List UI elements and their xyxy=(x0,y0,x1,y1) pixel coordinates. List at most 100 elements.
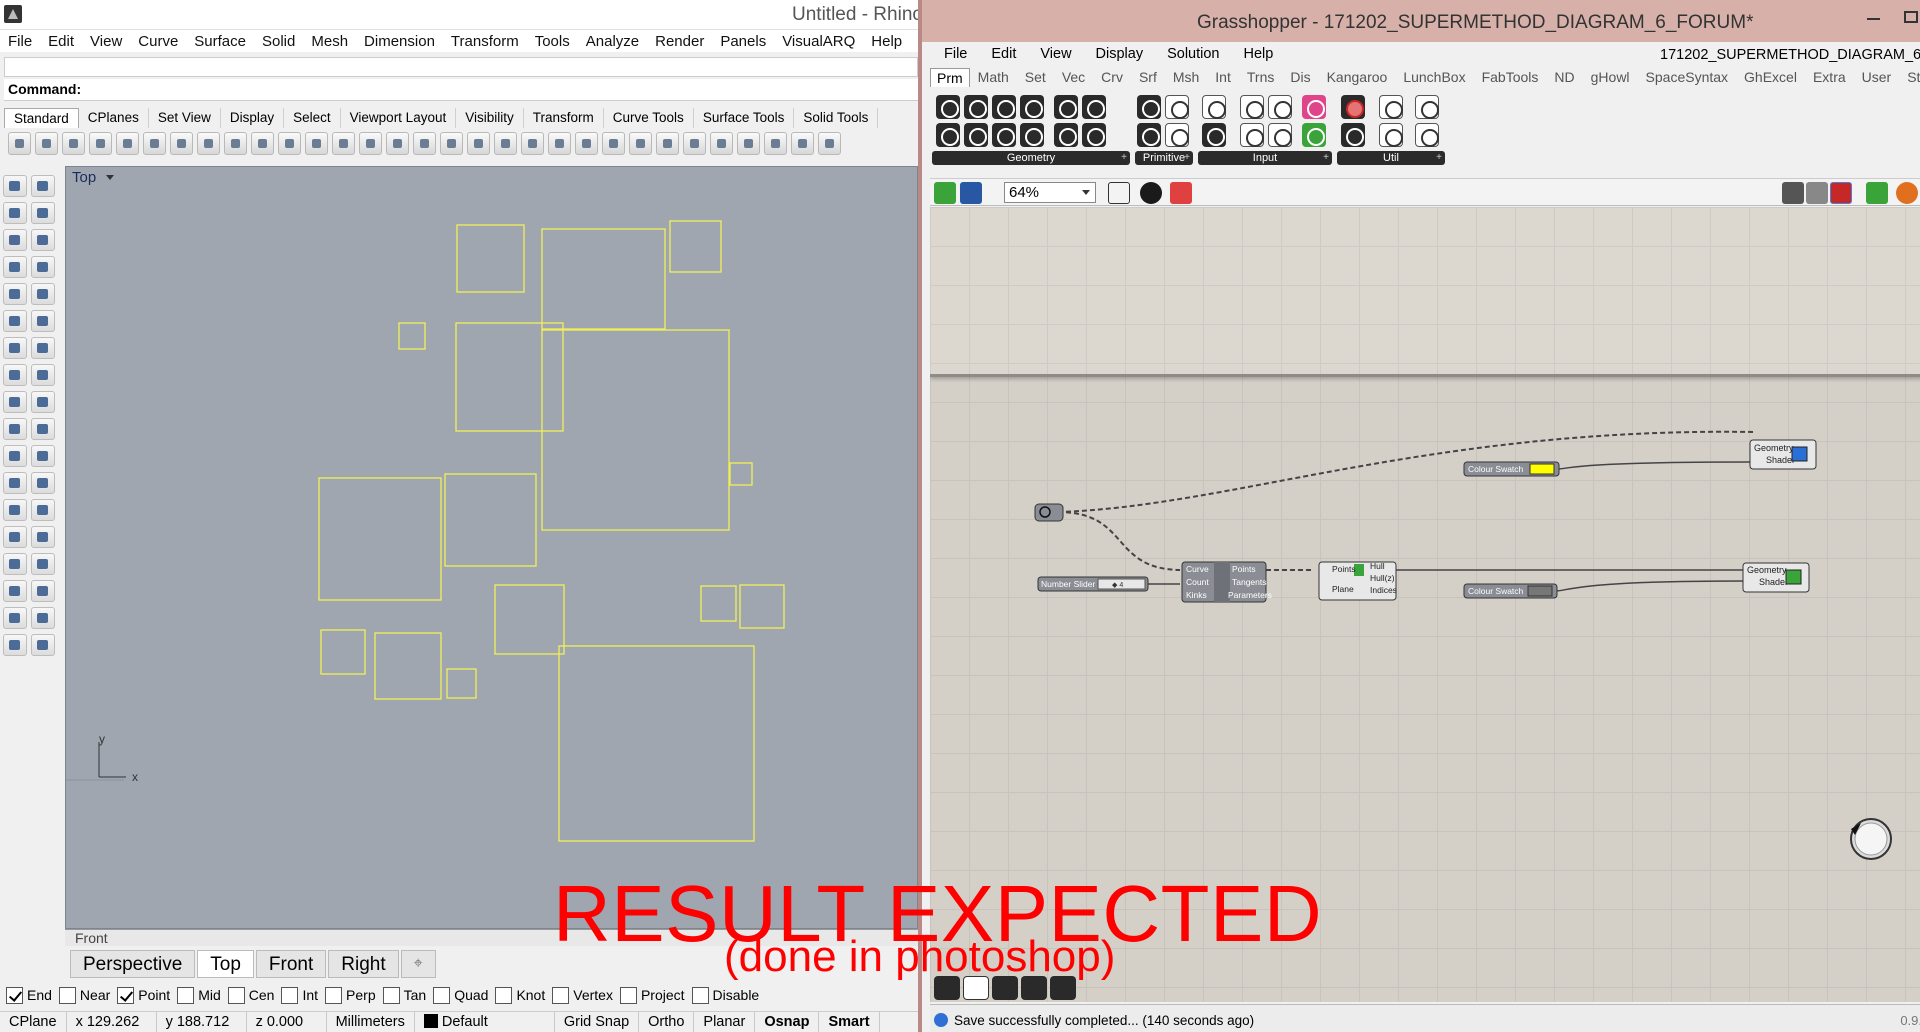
snap-vertex-checkbox[interactable] xyxy=(552,986,570,1004)
snap-quad-checkbox[interactable] xyxy=(433,986,451,1004)
scale-icon[interactable] xyxy=(31,526,55,548)
copy-icon[interactable] xyxy=(143,131,166,155)
tab-front[interactable]: Front xyxy=(255,950,327,978)
status-osnap[interactable]: Osnap xyxy=(755,1011,820,1032)
fillet-icon[interactable] xyxy=(31,283,55,305)
snap-tan-checkbox[interactable] xyxy=(382,986,400,1004)
gradient-icon[interactable] xyxy=(1302,95,1326,119)
tab-cplanes[interactable]: CPlanes xyxy=(79,108,149,128)
rectangle-icon[interactable] xyxy=(31,256,55,278)
status-grid-snap[interactable]: Grid Snap xyxy=(555,1011,640,1032)
array-icon[interactable] xyxy=(3,580,27,602)
zoom-extents-icon[interactable] xyxy=(332,131,355,155)
tab-viewport-layout[interactable]: Viewport Layout xyxy=(341,108,457,128)
panel-primitive-caption[interactable]: Primitive xyxy=(1135,151,1193,165)
select-arrow-icon[interactable] xyxy=(3,175,27,197)
ellipse-icon[interactable] xyxy=(31,229,55,251)
status-units[interactable]: Millimeters xyxy=(327,1011,415,1032)
zoom-window-icon[interactable] xyxy=(305,131,328,155)
gh-menu-file[interactable]: File xyxy=(932,46,979,62)
filter-icon[interactable] xyxy=(737,131,760,155)
navigation-compass-icon[interactable] xyxy=(1850,818,1892,860)
rhino-menu-panels[interactable]: Panels xyxy=(712,33,774,50)
plane-param-icon[interactable] xyxy=(964,123,988,147)
viewport-rectangle-curve[interactable] xyxy=(669,220,722,273)
gh-tab-ghowl[interactable]: gHowl xyxy=(1583,69,1638,85)
point-icon[interactable] xyxy=(31,175,55,197)
tab-display[interactable]: Display xyxy=(221,108,285,128)
top-viewport[interactable]: y x Top xyxy=(65,166,918,929)
rhino-menu-file[interactable]: File xyxy=(0,33,40,50)
light-icon[interactable] xyxy=(3,418,27,440)
tab-visibility[interactable]: Visibility xyxy=(456,108,524,128)
box-param-icon[interactable] xyxy=(1020,123,1044,147)
gh-document-name[interactable]: 171202_SUPERMETHOD_DIAGRAM_6_F xyxy=(1660,47,1920,63)
gh-tab-kangaroo[interactable]: Kangaroo xyxy=(1319,69,1396,85)
rhino-menu-solid[interactable]: Solid xyxy=(254,33,303,50)
viewport-rectangle-curve[interactable] xyxy=(541,228,666,330)
paste-icon[interactable] xyxy=(170,131,193,155)
gh-tab-srf[interactable]: Srf xyxy=(1131,69,1165,85)
mirror-icon[interactable] xyxy=(3,553,27,575)
geometry-shader-node-1[interactable]: Geometry Shader xyxy=(1749,439,1817,470)
divide-curve-node[interactable]: Curve Count Kinks Points Tangents Parame… xyxy=(1181,561,1272,603)
snap-knot-checkbox[interactable] xyxy=(495,986,513,1004)
relay-icon[interactable] xyxy=(1379,95,1403,119)
rhino-menu-analyze[interactable]: Analyze xyxy=(578,33,647,50)
boolean-toggle-icon[interactable] xyxy=(1240,95,1264,119)
polygon-icon[interactable] xyxy=(3,256,27,278)
text-param-icon[interactable] xyxy=(1165,123,1189,147)
graph-mapper-icon[interactable] xyxy=(1202,123,1226,147)
rhino-menu-visualarq[interactable]: VisualARQ xyxy=(774,33,863,50)
image-sampler-icon[interactable] xyxy=(1302,123,1326,147)
snap-end[interactable]: End xyxy=(6,986,52,1004)
snap-disable-checkbox[interactable] xyxy=(691,986,709,1004)
status-planar[interactable]: Planar xyxy=(694,1011,756,1032)
snap-cen[interactable]: Cen xyxy=(227,986,274,1004)
snap-end-checkbox[interactable] xyxy=(6,986,23,1004)
grid-icon[interactable] xyxy=(467,131,490,155)
gh-tab-prm[interactable]: Prm xyxy=(930,67,970,87)
gh-tab-dis[interactable]: Dis xyxy=(1282,69,1318,85)
viewport-rectangle-curve[interactable] xyxy=(455,322,564,432)
number-slider-node[interactable]: Number Slider ◆ 4 xyxy=(1037,576,1149,592)
explode-icon[interactable] xyxy=(31,418,55,440)
save-icon[interactable] xyxy=(62,131,85,155)
minimize-icon[interactable] xyxy=(1867,18,1880,20)
circle-param-icon[interactable] xyxy=(964,95,988,119)
preview-shaded-icon[interactable] xyxy=(1806,182,1828,204)
open-file-icon[interactable] xyxy=(35,131,58,155)
viewport-rectangle-curve[interactable] xyxy=(320,629,366,675)
dimension-icon[interactable] xyxy=(31,499,55,521)
rhino-menu-tools[interactable]: Tools xyxy=(527,33,578,50)
extrude-icon[interactable] xyxy=(31,310,55,332)
import-icon[interactable] xyxy=(1202,95,1226,119)
cherry-picker-icon[interactable] xyxy=(1341,95,1365,119)
vector-param-icon[interactable] xyxy=(1082,123,1106,147)
preview-selected-icon[interactable] xyxy=(1830,182,1852,204)
mesh-edit-icon[interactable] xyxy=(31,364,55,386)
viewport-rectangle-curve[interactable] xyxy=(374,632,442,700)
command-prompt[interactable]: Command: xyxy=(4,79,918,101)
viewport-rectangle-curve[interactable] xyxy=(541,329,730,531)
gh-menu-view[interactable]: View xyxy=(1028,46,1083,62)
snap-near-checkbox[interactable] xyxy=(58,986,76,1004)
snap-perp-checkbox[interactable] xyxy=(325,986,343,1004)
panel-util-caption[interactable]: Util xyxy=(1337,151,1445,165)
car-icon[interactable] xyxy=(413,131,436,155)
viewport-rectangle-curve[interactable] xyxy=(739,584,785,629)
tab-set-view[interactable]: Set View xyxy=(149,108,221,128)
bake-icon[interactable] xyxy=(1866,182,1888,204)
mesh-param-icon[interactable] xyxy=(1054,95,1078,119)
layer-icon[interactable] xyxy=(602,131,625,155)
field-param-icon[interactable] xyxy=(1082,95,1106,119)
rhino-menu-render[interactable]: Render xyxy=(647,33,712,50)
gh-menu-edit[interactable]: Edit xyxy=(979,46,1028,62)
snap-knot[interactable]: Knot xyxy=(495,986,545,1004)
sketch-pen-icon[interactable] xyxy=(1170,182,1192,204)
rhino-menu-dimension[interactable]: Dimension xyxy=(356,33,443,50)
viewport-rectangle-curve[interactable] xyxy=(558,645,755,842)
gh-menu-display[interactable]: Display xyxy=(1084,46,1156,62)
curve-param-icon[interactable] xyxy=(992,95,1016,119)
tab-transform[interactable]: Transform xyxy=(524,108,604,128)
